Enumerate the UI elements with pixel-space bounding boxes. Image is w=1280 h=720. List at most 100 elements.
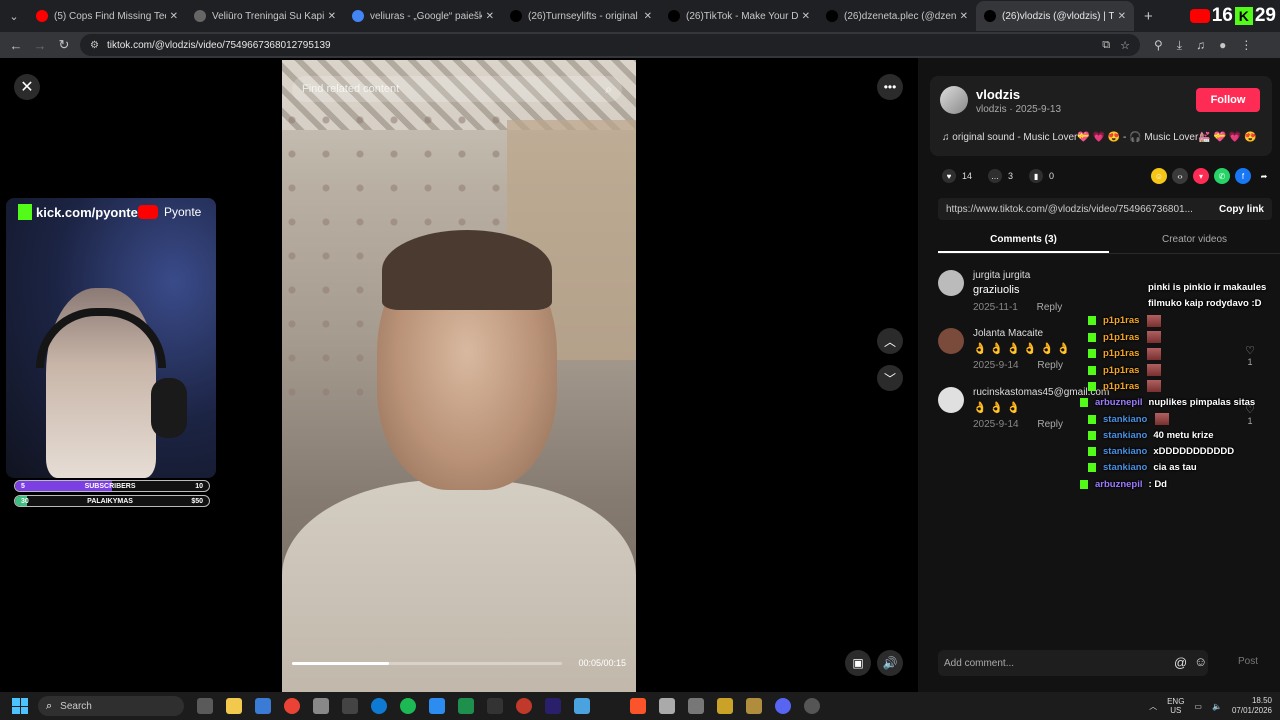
back-icon[interactable]: ← (4, 38, 28, 53)
like-button[interactable]: ♥ 14 (942, 169, 972, 183)
close-tab-icon[interactable]: ✕ (960, 11, 968, 22)
pip-icon[interactable]: ▣ (845, 650, 871, 676)
site-info-icon[interactable]: ⚙ (90, 40, 99, 51)
browser-tab[interactable]: veliuras - „Google“ paieška ✕ (344, 1, 502, 31)
close-tab-icon[interactable]: ✕ (1118, 11, 1126, 22)
app-icon[interactable] (717, 698, 733, 714)
browser-tab[interactable]: (26)Turnseylifts - original soun ✕ (502, 1, 660, 31)
file-explorer-icon[interactable] (226, 698, 242, 714)
close-tab-icon[interactable]: ✕ (486, 11, 494, 22)
browser-tab[interactable]: Veliūro Treningai Su Kapišonu ✕ (186, 1, 344, 31)
music-link[interactable]: ♫ original sound - Music Lover💝 💗 😍 - 🎧 … (942, 132, 1256, 143)
embed-icon[interactable]: ‹› (1172, 168, 1188, 184)
send-share-icon[interactable]: ▾ (1193, 168, 1209, 184)
new-tab-button[interactable]: + (1134, 8, 1163, 25)
language-indicator[interactable]: ENG US (1167, 697, 1184, 715)
capcut-icon[interactable] (342, 698, 358, 714)
close-tab-icon[interactable]: ✕ (644, 11, 652, 22)
close-video-button[interactable]: ✕ (14, 74, 40, 100)
whatsapp-icon[interactable]: ✆ (1214, 168, 1230, 184)
tray-overflow-icon[interactable]: ︿ (1149, 701, 1157, 712)
tab-creator-videos[interactable]: Creator videos (1109, 230, 1280, 253)
save-button[interactable]: ▮ 0 (1029, 169, 1054, 183)
avatar[interactable] (938, 328, 964, 354)
more-options-icon[interactable]: ••• (877, 74, 903, 100)
app-icon[interactable] (487, 698, 503, 714)
reply-button[interactable]: Reply (1037, 360, 1063, 371)
obs-icon[interactable] (804, 698, 820, 714)
bookmark-star-icon[interactable]: ☆ (1120, 39, 1130, 52)
share-link-text[interactable]: https://www.tiktok.com/@vlodzis/video/75… (946, 204, 1211, 215)
install-app-icon[interactable]: ⧉ (1102, 39, 1110, 52)
follow-button[interactable]: Follow (1196, 88, 1260, 112)
discord-icon[interactable] (775, 698, 791, 714)
reload-icon[interactable]: ↻ (52, 37, 76, 53)
share-arrow-icon[interactable]: ➦ (1256, 168, 1272, 184)
video-progress-bar[interactable] (292, 662, 562, 665)
extensions-icon[interactable]: ⚲ (1154, 38, 1163, 52)
avatar[interactable] (940, 86, 968, 114)
video-player[interactable]: ⌕ 00:05/00:15 (282, 60, 636, 692)
browser-tab[interactable]: (26)dzeneta.plec (@dzeneta.ple ✕ (818, 1, 976, 31)
comment-like-button[interactable]: ♡ 1 (1242, 344, 1258, 367)
copy-link-button[interactable]: Copy link (1219, 204, 1264, 215)
close-tab-icon[interactable]: ✕ (328, 11, 336, 22)
volume-icon[interactable]: 🔈 (1212, 702, 1222, 711)
close-tab-icon[interactable]: ✕ (802, 11, 810, 22)
task-view-icon[interactable] (197, 698, 213, 714)
app-icon[interactable] (688, 698, 704, 714)
facebook-icon[interactable]: f (1235, 168, 1251, 184)
app-icon[interactable] (746, 698, 762, 714)
reply-button[interactable]: Reply (1037, 419, 1063, 430)
store-icon[interactable] (255, 698, 271, 714)
related-search-input[interactable] (302, 83, 606, 95)
related-search-bar[interactable]: ⌕ (292, 76, 622, 102)
chevron-down-icon[interactable]: ﹀ (877, 365, 903, 391)
taskbar-search[interactable]: ⌕ Search (38, 696, 184, 716)
chat-text: xDDDDDDDDDDD (1153, 446, 1235, 457)
heart-icon: ♥ (942, 169, 956, 183)
chevron-up-icon[interactable]: ︿ (877, 328, 903, 354)
browser-tab[interactable]: (5) Cops Find Missing Teen's Bo ✕ (28, 1, 186, 31)
post-button[interactable]: Post (1238, 656, 1258, 667)
coin-share-icon[interactable]: ☺ (1151, 168, 1167, 184)
app-icon[interactable] (516, 698, 532, 714)
volume-icon[interactable]: 🔊 (877, 650, 903, 676)
close-tab-icon[interactable]: ✕ (170, 11, 178, 22)
premiere-icon[interactable] (545, 698, 561, 714)
browser-menu-icon[interactable]: ⋮ (1240, 38, 1252, 52)
forward-icon[interactable]: → (28, 38, 52, 53)
url-field[interactable]: ⚙ tiktok.com/@vlodzis/video/754966736801… (80, 34, 1140, 56)
app-icon[interactable] (659, 698, 675, 714)
emoji-icon[interactable]: ☺ (1194, 654, 1207, 669)
search-icon[interactable]: ⌕ (605, 82, 612, 97)
windows-start-icon[interactable] (12, 698, 28, 714)
network-icon[interactable]: ▭ (1194, 702, 1202, 711)
comment-input[interactable] (944, 657, 1202, 669)
spotify-icon[interactable] (400, 698, 416, 714)
avatar[interactable] (938, 270, 964, 296)
browser-tab[interactable]: (26)vlodzis (@vlodzis) | Tik ✕ (976, 1, 1134, 31)
app-icon[interactable] (458, 698, 474, 714)
chrome-icon[interactable] (284, 698, 300, 714)
brave-icon[interactable] (630, 698, 646, 714)
comment-author[interactable]: Jolanta Macaite (973, 328, 1043, 339)
snipping-tool-icon[interactable] (313, 698, 329, 714)
browser-tab[interactable]: (26)TikTok - Make Your Day ✕ (660, 1, 818, 31)
comment-author[interactable]: jurgita jurgita (973, 270, 1030, 281)
profile-icon[interactable]: ● (1219, 38, 1226, 52)
reply-button[interactable]: Reply (1037, 302, 1063, 313)
media-control-icon[interactable]: ♫ (1196, 38, 1205, 52)
download-icon[interactable]: ⤓ (1177, 38, 1182, 53)
photos-icon[interactable] (429, 698, 445, 714)
edge-icon[interactable] (371, 698, 387, 714)
comment-button[interactable]: … 3 (988, 169, 1013, 183)
app-icon[interactable] (574, 698, 590, 714)
clock[interactable]: 18.50 07/01/2026 (1232, 696, 1272, 716)
creator-username[interactable]: vlodzis (976, 87, 1020, 102)
tab-comments[interactable]: Comments (3) (938, 230, 1109, 253)
tab-search-icon[interactable]: ⌄ (0, 0, 28, 32)
avatar[interactable] (938, 387, 964, 413)
add-comment-box[interactable] (938, 650, 1208, 676)
mention-icon[interactable]: @ (1174, 655, 1187, 670)
